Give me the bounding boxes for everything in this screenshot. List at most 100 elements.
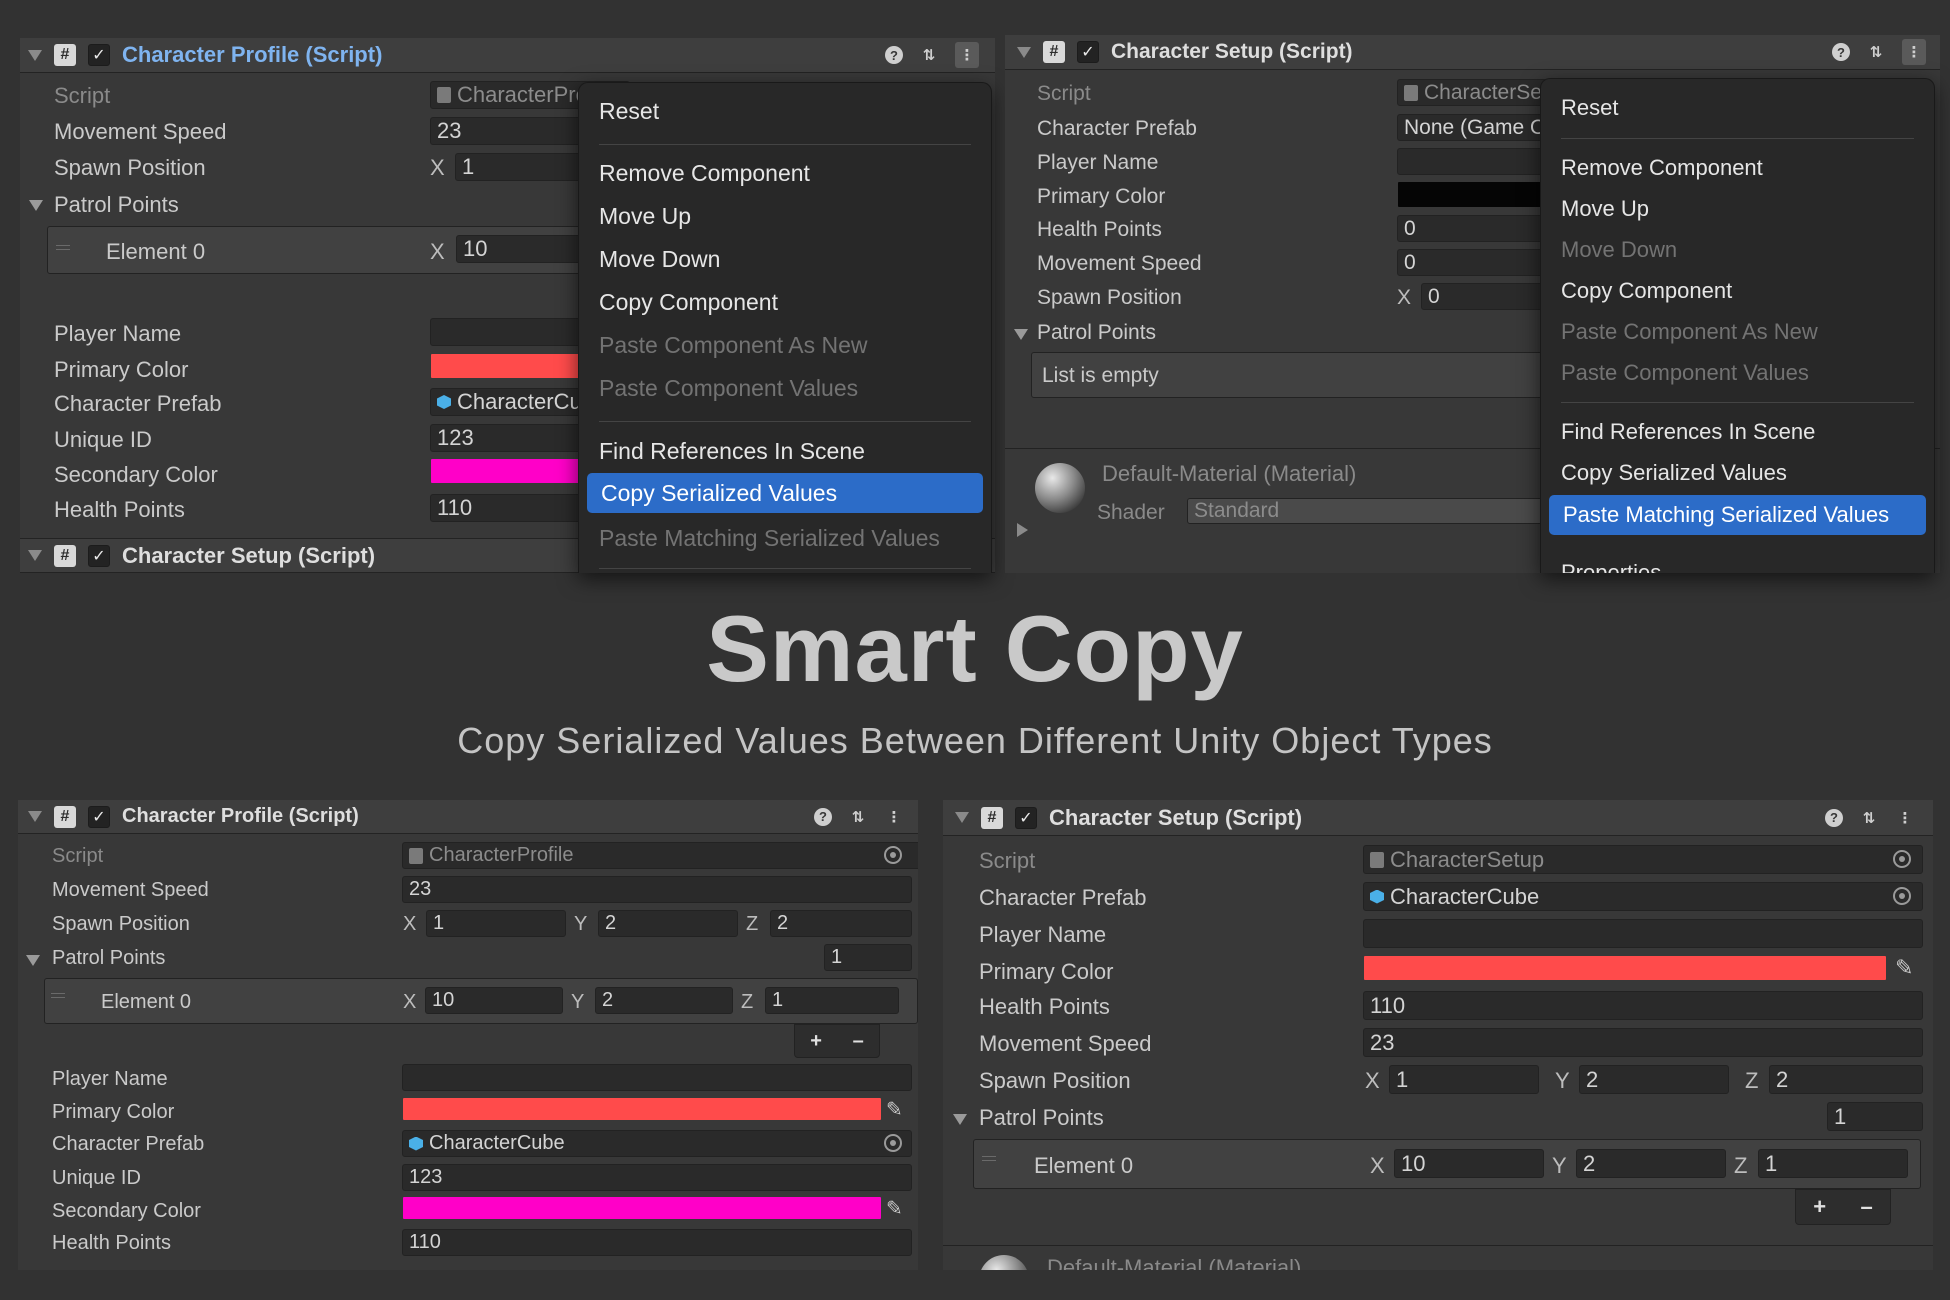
menu-remove-component[interactable]: Remove Component — [599, 160, 971, 187]
foldout-arrow-icon[interactable] — [1017, 46, 1031, 58]
enable-checkbox[interactable]: ✓ — [88, 544, 110, 567]
health-points-input[interactable]: 110 — [1363, 991, 1923, 1020]
menu-copy-component[interactable]: Copy Component — [1561, 278, 1914, 304]
movement-speed-input[interactable]: 23 — [1363, 1028, 1923, 1057]
object-picker-icon[interactable] — [1893, 850, 1911, 868]
element-z-input[interactable]: 1 — [1758, 1149, 1908, 1178]
menu-reset[interactable]: Reset — [599, 98, 971, 125]
presets-icon[interactable]: ⇅ — [848, 807, 868, 827]
spawn-y-input[interactable]: 2 — [1579, 1065, 1729, 1094]
prefab-cube-icon — [409, 1136, 423, 1151]
menu-remove-component[interactable]: Remove Component — [1561, 155, 1914, 181]
presets-icon[interactable]: ⇅ — [1866, 42, 1886, 62]
element-y-input[interactable]: 2 — [1576, 1149, 1726, 1178]
shader-dropdown[interactable]: Standard — [1187, 498, 1547, 524]
eyedropper-icon[interactable]: ✎ — [1895, 955, 1913, 981]
help-icon[interactable]: ? — [1832, 43, 1850, 61]
spawn-x-input[interactable]: 0 — [1421, 283, 1547, 310]
enable-checkbox[interactable]: ✓ — [1077, 41, 1099, 63]
menu-find-references[interactable]: Find References In Scene — [599, 438, 971, 465]
patrol-foldout-icon[interactable] — [29, 200, 43, 211]
element-x-input[interactable]: 10 — [425, 987, 563, 1014]
eyedropper-icon[interactable]: ✎ — [886, 1196, 903, 1221]
primary-color-swatch[interactable] — [1364, 956, 1886, 980]
patrol-count-input[interactable]: 1 — [824, 944, 912, 971]
secondary-color-swatch[interactable] — [403, 1197, 881, 1219]
object-picker-icon[interactable] — [884, 1134, 902, 1152]
drag-handle-icon[interactable] — [56, 245, 70, 250]
menu-copy-component[interactable]: Copy Component — [599, 289, 971, 316]
material-expand-icon[interactable] — [1017, 523, 1028, 537]
foldout-arrow-icon[interactable] — [955, 812, 969, 823]
spawn-x-input[interactable]: 1 — [426, 910, 566, 937]
object-picker-icon[interactable] — [1893, 887, 1911, 905]
more-icon[interactable]: ⋮ — [884, 807, 904, 827]
eyedropper-icon[interactable]: ✎ — [886, 1097, 903, 1122]
movement-speed-input[interactable]: 0 — [1397, 249, 1547, 276]
page-subtitle: Copy Serialized Values Between Different… — [457, 720, 1493, 761]
help-icon[interactable]: ? — [814, 807, 832, 826]
help-icon[interactable]: ? — [885, 46, 903, 64]
spawn-x-input[interactable]: 1 — [1389, 1065, 1539, 1094]
add-element-button[interactable]: + — [810, 1030, 822, 1053]
patrol-foldout-icon[interactable] — [26, 955, 40, 966]
patrol-count-input[interactable]: 1 — [1827, 1102, 1923, 1131]
character-prefab-field[interactable]: None (Game Object) — [1397, 114, 1547, 141]
player-name-input[interactable] — [1363, 919, 1923, 948]
more-icon[interactable]: ⋮ — [1895, 808, 1915, 828]
element-y-input[interactable]: 2 — [595, 987, 733, 1014]
character-prefab-field[interactable]: CharacterCube — [1363, 882, 1923, 911]
enable-checkbox[interactable]: ✓ — [88, 44, 110, 66]
patrol-foldout-icon[interactable] — [1014, 329, 1028, 340]
primary-color-label: Primary Color — [52, 1101, 175, 1123]
presets-icon[interactable]: ⇅ — [1859, 808, 1879, 828]
unique-id-label: Unique ID — [54, 427, 152, 452]
menu-move-down[interactable]: Move Down — [599, 246, 971, 273]
help-icon[interactable]: ? — [1825, 808, 1843, 827]
health-points-input[interactable]: 0 — [1397, 215, 1547, 242]
object-picker-icon[interactable] — [884, 846, 902, 864]
spawn-z-input[interactable]: 2 — [770, 910, 912, 937]
remove-element-button[interactable]: – — [853, 1030, 864, 1053]
drag-handle-icon[interactable] — [51, 993, 65, 998]
more-icon[interactable]: ⋮ — [955, 42, 979, 68]
menu-move-up[interactable]: Move Up — [599, 203, 971, 230]
menu-find-references[interactable]: Find References In Scene — [1561, 419, 1914, 445]
character-prefab-label: Character Prefab — [52, 1133, 205, 1155]
spawn-y-input[interactable]: 2 — [598, 910, 738, 937]
component-header[interactable]: # ✓ Character Setup (Script) ? ⇅ ⋮ — [943, 800, 1933, 836]
health-points-label: Health Points — [1037, 218, 1162, 241]
component-header[interactable]: # ✓ Character Profile (Script) ? ⇅ ⋮ — [20, 38, 995, 73]
menu-move-up[interactable]: Move Up — [1561, 196, 1914, 222]
foldout-arrow-icon[interactable] — [28, 550, 42, 561]
primary-color-swatch[interactable] — [1398, 182, 1548, 207]
character-prefab-field[interactable]: CharacterCube — [402, 1130, 912, 1157]
add-element-button[interactable]: + — [1813, 1194, 1826, 1220]
patrol-foldout-icon[interactable] — [953, 1114, 967, 1125]
foldout-arrow-icon[interactable] — [28, 811, 42, 822]
health-points-input[interactable]: 110 — [402, 1229, 912, 1256]
remove-element-button[interactable]: – — [1861, 1194, 1873, 1220]
movement-speed-input[interactable]: 23 — [402, 876, 912, 903]
drag-handle-icon[interactable] — [982, 1156, 996, 1161]
component-header[interactable]: # ✓ Character Profile (Script) ? ⇅ ⋮ — [18, 800, 918, 834]
foldout-arrow-icon[interactable] — [28, 49, 42, 61]
component-header[interactable]: # ✓ Character Setup (Script) ? ⇅ ⋮ — [1005, 35, 1940, 70]
menu-reset[interactable]: Reset — [1561, 95, 1914, 121]
unique-id-input[interactable]: 123 — [402, 1164, 912, 1191]
spawn-z-input[interactable]: 2 — [1769, 1065, 1923, 1094]
primary-color-swatch[interactable] — [403, 1098, 881, 1120]
player-name-input[interactable] — [402, 1064, 912, 1091]
menu-copy-serialized-values[interactable]: Copy Serialized Values — [587, 473, 983, 513]
enable-checkbox[interactable]: ✓ — [88, 805, 110, 828]
element-x-input[interactable]: 10 — [1394, 1149, 1544, 1178]
more-icon[interactable]: ⋮ — [1902, 39, 1926, 65]
menu-copy-serialized-values[interactable]: Copy Serialized Values — [1561, 460, 1914, 486]
presets-icon[interactable]: ⇅ — [919, 45, 939, 65]
player-name-input[interactable] — [1397, 148, 1547, 175]
enable-checkbox[interactable]: ✓ — [1015, 806, 1037, 829]
menu-paste-matching-serialized-values[interactable]: Paste Matching Serialized Values — [1549, 495, 1926, 535]
list-empty-text: List is empty — [1042, 364, 1159, 387]
element-z-input[interactable]: 1 — [765, 987, 899, 1014]
menu-properties[interactable]: Properties... — [1561, 560, 1914, 573]
